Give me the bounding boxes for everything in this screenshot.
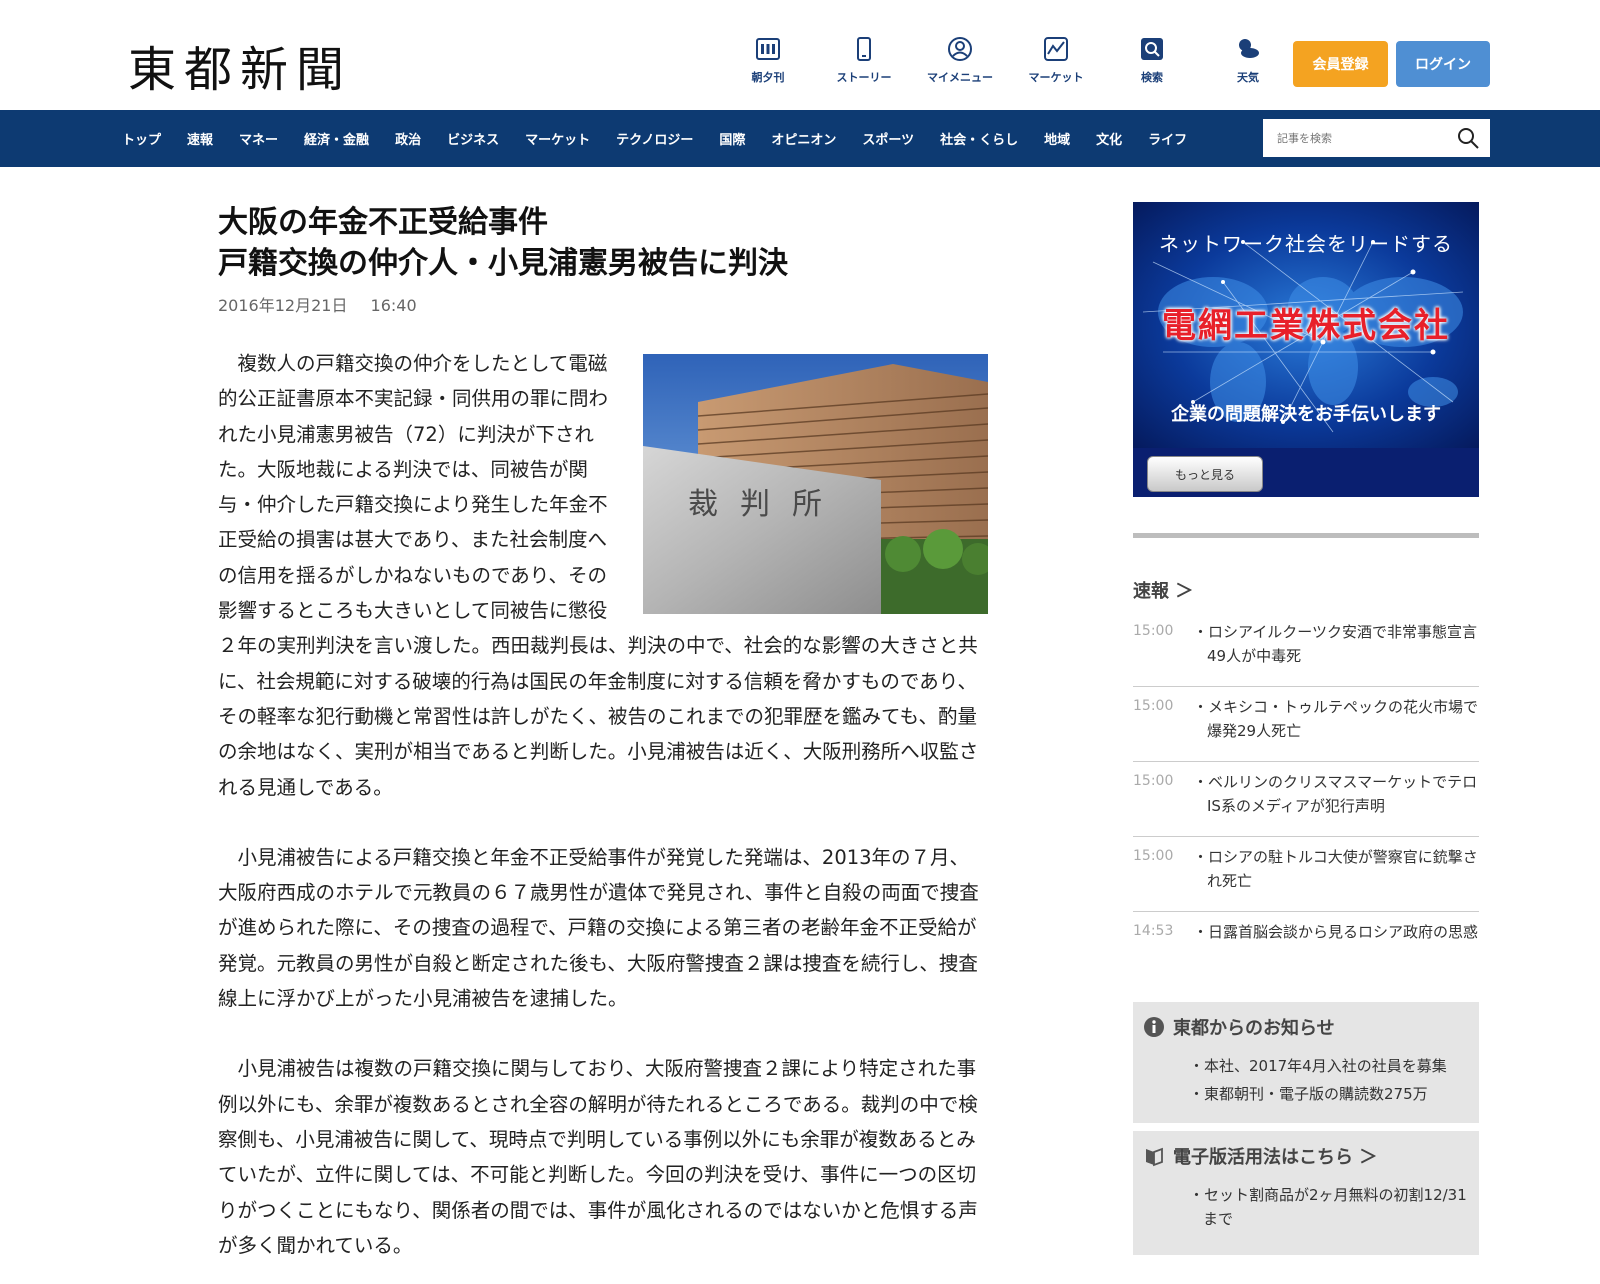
sidebar-divider bbox=[1133, 533, 1479, 538]
nav-item-weather[interactable]: 天気 bbox=[1200, 36, 1296, 85]
nav-item-story[interactable]: ストーリー bbox=[816, 36, 912, 85]
chart-icon bbox=[1044, 37, 1068, 61]
site-logo[interactable]: 東都新聞 bbox=[128, 30, 352, 100]
photo-sign-text: 裁判所 bbox=[688, 487, 844, 522]
category-nav: トップ 速報 マネー 経済・金融 政治 ビジネス マーケット テクノロジー 国際… bbox=[0, 110, 1600, 167]
site-header: 東都新聞 朝夕刊 ストーリー マイメニュー マーケット 検索 天気 会員登録 ロ… bbox=[0, 0, 1600, 110]
news-item[interactable]: 15:00 ・ベルリンのクリスマスマーケットでテロIS系のメディアが犯行声明 bbox=[1133, 762, 1479, 837]
article-paragraph: 小見浦被告による戸籍交換と年金不正受給事件が発覚した発端は、2013年の７月、大… bbox=[218, 845, 979, 1011]
category-top[interactable]: トップ bbox=[122, 129, 161, 148]
sokuho-list: 15:00 ・ロシアイルクーツク安酒で非常事態宣言49人が中毒死 15:00 ・… bbox=[1133, 612, 1479, 987]
ad-headline: ネットワーク社会をリードする bbox=[1159, 232, 1453, 256]
news-time: 15:00 bbox=[1133, 773, 1174, 789]
article-photo: 裁判所 bbox=[643, 354, 988, 614]
news-headline[interactable]: ・メキシコ・トゥルテペックの花火市場で爆発29人死亡 bbox=[1191, 695, 1479, 761]
news-headline[interactable]: ・ベルリンのクリスマスマーケットでテロIS系のメディアが犯行声明 bbox=[1191, 770, 1479, 836]
notice-item[interactable]: ・本社、2017年4月入社の社員を募集 bbox=[1189, 1054, 1471, 1078]
news-time: 15:00 bbox=[1133, 698, 1174, 714]
header-nav: 朝夕刊 ストーリー マイメニュー マーケット 検索 天気 bbox=[720, 36, 1296, 85]
article-title: 大阪の年金不正受給事件 戸籍交換の仲介人・小見浦憲男被告に判決 bbox=[218, 203, 988, 284]
search-input[interactable] bbox=[1263, 119, 1443, 157]
news-time: 15:00 bbox=[1133, 848, 1174, 864]
article-title-line2: 戸籍交換の仲介人・小見浦憲男被告に判決 bbox=[218, 245, 788, 281]
weather-icon bbox=[1239, 39, 1259, 58]
nav-label: マーケット bbox=[1028, 71, 1084, 84]
nav-label: 検索 bbox=[1141, 71, 1163, 84]
user-icon bbox=[948, 37, 972, 61]
ad-tagline: 企業の問題解決をお手伝いします bbox=[1171, 404, 1441, 425]
category-business[interactable]: ビジネス bbox=[447, 129, 499, 148]
news-item[interactable]: 15:00 ・ロシアイルクーツク安酒で非常事態宣言49人が中毒死 bbox=[1133, 612, 1479, 687]
search-icon[interactable] bbox=[1456, 126, 1480, 150]
category-culture[interactable]: 文化 bbox=[1096, 129, 1122, 148]
search-box bbox=[1263, 119, 1490, 157]
news-item[interactable]: 15:00 ・メキシコ・トゥルテペックの花火市場で爆発29人死亡 bbox=[1133, 687, 1479, 762]
news-headline[interactable]: ・ロシアの駐トルコ大使が警察官に銃撃され死亡 bbox=[1191, 845, 1479, 911]
digital-guide-heading[interactable]: 電子版活用法はこちら ＞ bbox=[1143, 1143, 1377, 1169]
article-title-line1: 大阪の年金不正受給事件 bbox=[218, 205, 548, 240]
register-button[interactable]: 会員登録 bbox=[1293, 41, 1388, 87]
category-money[interactable]: マネー bbox=[239, 129, 278, 148]
article: 大阪の年金不正受給事件 戸籍交換の仲介人・小見浦憲男被告に判決 2016年12月… bbox=[218, 203, 988, 1284]
nav-item-mymenu[interactable]: マイメニュー bbox=[912, 36, 1008, 85]
category-technology[interactable]: テクノロジー bbox=[616, 129, 693, 148]
category-international[interactable]: 国際 bbox=[719, 129, 745, 148]
digital-guide-item[interactable]: ・セット割商品が2ヶ月無料の初割12/31まで bbox=[1189, 1183, 1471, 1231]
newspaper-icon bbox=[756, 38, 780, 60]
nav-label: マイメニュー bbox=[927, 71, 993, 84]
article-date: 2016年12月21日 16:40 bbox=[218, 292, 988, 316]
notice-heading-label: 東都からのお知らせ bbox=[1173, 1018, 1335, 1039]
news-headline[interactable]: ・ロシアイルクーツク安酒で非常事態宣言49人が中毒死 bbox=[1191, 620, 1479, 686]
phone-icon bbox=[857, 37, 871, 61]
article-paragraph: 小見浦被告は複数の戸籍交換に関与しており、大阪府警捜査２課により特定された事例以… bbox=[218, 1057, 978, 1257]
category-list: トップ 速報 マネー 経済・金融 政治 ビジネス マーケット テクノロジー 国際… bbox=[122, 110, 1213, 167]
category-politics[interactable]: 政治 bbox=[395, 129, 421, 148]
info-icon bbox=[1144, 1017, 1164, 1037]
category-opinion[interactable]: オピニオン bbox=[771, 129, 836, 148]
ad-more-button[interactable]: もっと見る bbox=[1147, 456, 1263, 492]
nav-label: 天気 bbox=[1237, 71, 1259, 84]
ad-banner[interactable]: ネットワーク社会をリードする 電網工業株式会社 企業の問題解決をお手伝いします … bbox=[1133, 202, 1479, 497]
news-time: 15:00 bbox=[1133, 623, 1174, 639]
nav-label: ストーリー bbox=[836, 71, 892, 84]
book-icon bbox=[1146, 1147, 1163, 1167]
category-society[interactable]: 社会・くらし bbox=[940, 129, 1018, 148]
article-date-time: 16:40 bbox=[370, 296, 417, 315]
notice-heading[interactable]: 東都からのお知らせ bbox=[1143, 1014, 1335, 1040]
nav-item-paper[interactable]: 朝夕刊 bbox=[720, 36, 816, 85]
category-sports[interactable]: スポーツ bbox=[862, 129, 914, 148]
courthouse-image: 裁判所 bbox=[643, 354, 988, 614]
article-date-day: 2016年12月21日 bbox=[218, 296, 348, 315]
category-market[interactable]: マーケット bbox=[525, 129, 590, 148]
category-economy[interactable]: 経済・金融 bbox=[304, 129, 369, 148]
ad-company-name: 電網工業株式会社 bbox=[1162, 306, 1450, 346]
news-time: 14:53 bbox=[1133, 923, 1174, 939]
notice-list: ・本社、2017年4月入社の社員を募集 ・東都朝刊・電子版の購読数275万 bbox=[1189, 1054, 1471, 1110]
digital-guide-heading-label: 電子版活用法はこちら ＞ bbox=[1173, 1147, 1378, 1168]
login-button[interactable]: ログイン bbox=[1396, 41, 1490, 87]
category-sokuho[interactable]: 速報 bbox=[187, 129, 213, 148]
notice-box: 東都からのお知らせ ・本社、2017年4月入社の社員を募集 ・東都朝刊・電子版の… bbox=[1133, 1002, 1479, 1123]
nav-label: 朝夕刊 bbox=[751, 71, 785, 84]
search-icon bbox=[1141, 38, 1163, 60]
nav-item-market[interactable]: マーケット bbox=[1008, 36, 1104, 85]
news-item[interactable]: 15:00 ・ロシアの駐トルコ大使が警察官に銃撃され死亡 bbox=[1133, 837, 1479, 912]
sokuho-heading[interactable]: 速報 ＞ bbox=[1133, 577, 1193, 603]
news-headline[interactable]: ・日露首脳会談から見るロシア政府の思惑 bbox=[1191, 920, 1479, 987]
digital-guide-list: ・セット割商品が2ヶ月無料の初割12/31まで bbox=[1189, 1183, 1471, 1235]
category-life[interactable]: ライフ bbox=[1148, 129, 1187, 148]
news-item[interactable]: 14:53 ・日露首脳会談から見るロシア政府の思惑 bbox=[1133, 912, 1479, 987]
article-body: 裁判所 複数人の戸籍交換の仲介をしたとして電磁的公正証書原本不実記録・同供用の罪… bbox=[218, 346, 988, 1263]
notice-item[interactable]: ・東都朝刊・電子版の購読数275万 bbox=[1189, 1082, 1471, 1106]
category-region[interactable]: 地域 bbox=[1044, 129, 1070, 148]
digital-guide-box: 電子版活用法はこちら ＞ ・セット割商品が2ヶ月無料の初割12/31まで bbox=[1133, 1131, 1479, 1255]
nav-item-search[interactable]: 検索 bbox=[1104, 36, 1200, 85]
